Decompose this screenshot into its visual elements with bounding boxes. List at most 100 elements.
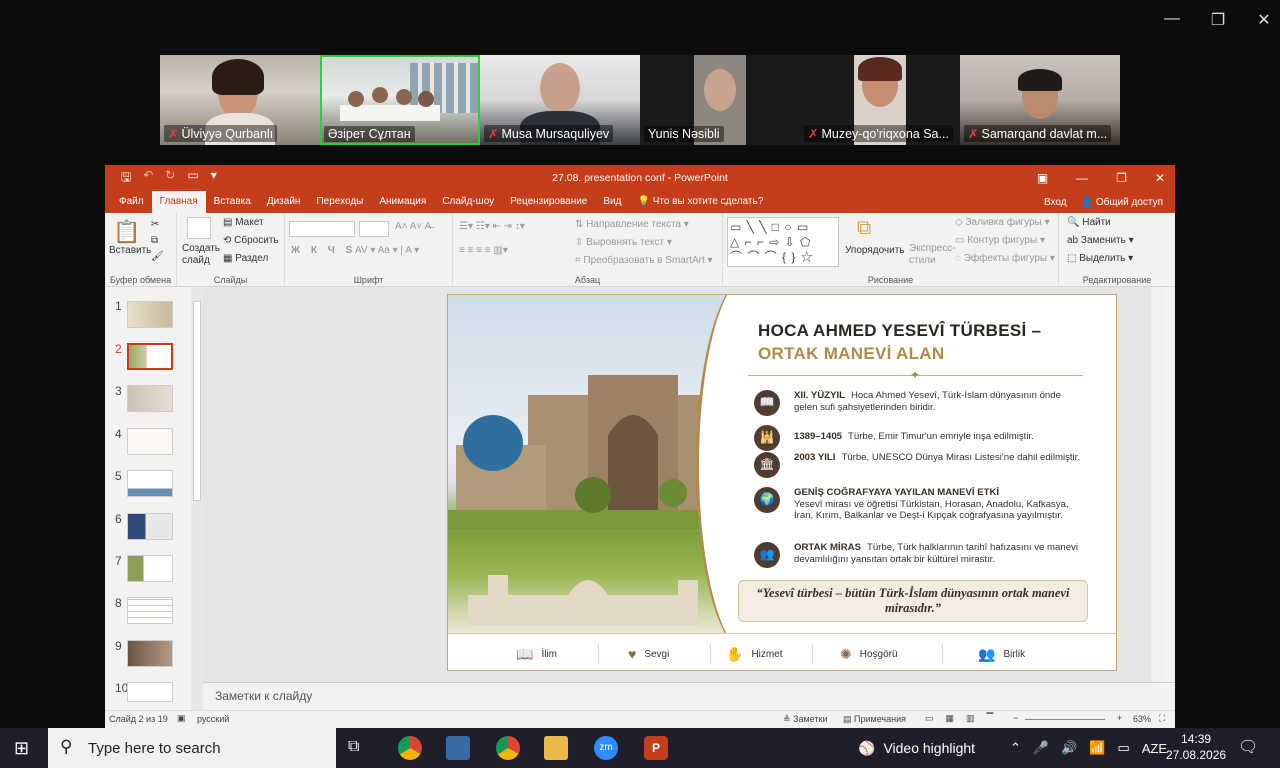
find-button[interactable]: 🔍 Найти (1067, 217, 1111, 228)
chrome-profile-icon[interactable] (496, 736, 520, 760)
slide-thumb-2[interactable] (127, 343, 173, 370)
tab-home[interactable]: Главная (151, 191, 206, 213)
microphone-icon[interactable]: 🎤 (1033, 740, 1049, 756)
slide-thumb-5[interactable] (127, 470, 173, 497)
tab-review[interactable]: Рецензирование (502, 191, 595, 213)
zoom-level[interactable]: 63% (1133, 714, 1151, 724)
slide-thumb-8[interactable] (127, 597, 173, 624)
participant-tile-active[interactable]: Әзірет Сұлтан (320, 55, 480, 145)
ornament-icon: ✦ (910, 368, 921, 382)
view-buttons[interactable]: ▭▦▥▔ (925, 713, 1005, 724)
restore-icon[interactable]: ❐ (1116, 171, 1127, 185)
ribbon-display-icon[interactable]: ▣ (1037, 171, 1048, 185)
select-button[interactable]: ⬚ Выделить ▾ (1067, 253, 1133, 264)
slide-thumb-1[interactable] (127, 301, 173, 328)
tab-slideshow[interactable]: Слайд-шоу (434, 191, 502, 213)
chevron-up-icon[interactable]: ⌃ (1010, 740, 1021, 756)
participant-tile[interactable]: ✗ Samarqand davlat m... (960, 55, 1120, 145)
font-style-buttons[interactable]: Ж К Ч S (291, 245, 356, 256)
muted-mic-icon: ✗ (488, 127, 499, 141)
thumbs-scrollbar[interactable] (191, 287, 203, 710)
new-slide-icon[interactable] (187, 217, 211, 239)
list-buttons[interactable]: ☰▾ ☷▾ ⇤ ⇥ ↕▾ (459, 221, 525, 232)
express-styles-button[interactable]: Экспресс-стили (909, 243, 956, 267)
font-size-input[interactable] (359, 221, 389, 237)
smartart-button[interactable]: ⌗ Преобразовать в SmartArt ▾ (575, 255, 713, 266)
tab-file[interactable]: Файл (111, 191, 152, 213)
tab-view[interactable]: Вид (595, 191, 629, 213)
tab-design[interactable]: Дизайн (259, 191, 309, 213)
new-slide-button[interactable]: Создать слайд (182, 243, 220, 267)
language-indicator[interactable]: AZE (1142, 741, 1167, 756)
tab-insert[interactable]: Вставка (206, 191, 259, 213)
slide-thumb-9[interactable] (127, 640, 173, 667)
share-button[interactable]: 👤 Общий доступ (1081, 197, 1163, 208)
participant-tile[interactable]: ✗ Musa Mursaquliyev (480, 55, 640, 145)
zoom-in-icon[interactable]: + (1117, 713, 1122, 723)
font-size-buttons[interactable]: A˄ A˅ A̶ (395, 221, 431, 232)
close-icon[interactable]: ✕ (1155, 171, 1165, 185)
slide[interactable]: HOCA AHMED YESEVÎ TÜRBESİ – ORTAK MANEVİ… (447, 294, 1117, 671)
tell-me-box[interactable]: 💡 Что вы хотите сделать? (629, 191, 771, 213)
battery-icon[interactable]: ▭ (1117, 740, 1129, 756)
arrange-icon[interactable]: ⧉ (857, 217, 871, 240)
font-extra-buttons[interactable]: AV ▾ Aa ▾ | A ▾ (355, 245, 419, 256)
task-view-icon[interactable]: ⧉ (348, 738, 359, 756)
slide-thumb-10[interactable] (127, 682, 173, 702)
copy-icon[interactable]: ⧉ (151, 235, 158, 246)
reset-button[interactable]: ⟲ Сбросить (223, 235, 279, 246)
replace-button[interactable]: ab Заменить ▾ (1067, 235, 1134, 246)
slide-thumb-3[interactable] (127, 385, 173, 412)
zoom-slider[interactable] (1025, 719, 1105, 720)
search-box[interactable]: ⚲ Type here to search (48, 728, 336, 768)
tab-transitions[interactable]: Переходы (308, 191, 371, 213)
layout-button[interactable]: ▤ Макет (223, 217, 264, 228)
sign-in-link[interactable]: Вход (1044, 197, 1067, 208)
tab-animations[interactable]: Анимация (371, 191, 434, 213)
zoom-app-icon[interactable]: zm (594, 736, 618, 760)
fit-slide-icon[interactable]: ⛶ (1159, 713, 1165, 724)
shapes-gallery[interactable]: ▭ ╲ ╲ □ ○ ▭ △ ⌐ ⌐ ⇨ ⇩ ⬠ ⌒ ⌒ ⌒ { } ☆ (727, 217, 839, 267)
slide-thumb-6[interactable] (127, 513, 173, 540)
close-button[interactable]: ✕ (1256, 10, 1272, 30)
volume-icon[interactable]: 🔊 (1061, 740, 1077, 756)
font-name-input[interactable] (289, 221, 355, 237)
spellcheck-icon[interactable]: ▣ (177, 713, 186, 724)
notes-pane[interactable]: Заметки к слайду (203, 682, 1175, 710)
participant-tile[interactable]: ✗ Muzey-qo'riqxona Sa... (800, 55, 960, 145)
wifi-icon[interactable]: 📶 (1089, 740, 1105, 756)
text-direction-button[interactable]: ⇅ Направление текста ▾ (575, 219, 689, 230)
minimize-icon[interactable]: — (1076, 171, 1088, 185)
paste-button[interactable]: Вставить (109, 245, 151, 256)
section-button[interactable]: ▦ Раздел (223, 253, 268, 264)
align-buttons[interactable]: ≡ ≡ ≡ ≡ ▥▾ (459, 245, 508, 256)
shape-outline-button[interactable]: ▭ Контур фигуры ▾ (955, 235, 1045, 246)
canvas-scrollbar[interactable] (1151, 287, 1163, 682)
slide-thumb-7[interactable] (127, 555, 173, 582)
network-app-icon[interactable] (446, 736, 470, 760)
zoom-out-icon[interactable]: − (1013, 713, 1018, 723)
chrome-icon[interactable] (398, 736, 422, 760)
restore-button[interactable]: ❐ (1210, 10, 1226, 30)
file-explorer-icon[interactable] (544, 736, 568, 760)
cut-icon[interactable]: ✂ (151, 219, 159, 230)
align-text-button[interactable]: ⇳ Выровнять текст ▾ (575, 237, 672, 248)
comments-button[interactable]: ▤ Примечания (843, 714, 906, 725)
video-highlight[interactable]: ⚾ Video highlight (858, 728, 975, 768)
shape-fill-button[interactable]: ◇ Заливка фигуры ▾ (955, 217, 1050, 228)
format-painter-icon[interactable]: 🖌 (151, 251, 164, 262)
powerpoint-app-icon[interactable]: P (644, 736, 668, 760)
arrange-button[interactable]: Упорядочить (845, 245, 905, 256)
shape-effects-button[interactable]: ◌ Эффекты фигуры ▾ (955, 253, 1055, 264)
minimize-button[interactable]: — (1164, 10, 1180, 30)
participant-tile[interactable]: Yunis Nəsibli (640, 55, 800, 145)
clock[interactable]: 14:39 27.08.2026 (1166, 731, 1226, 763)
slide-thumb-4[interactable] (127, 428, 173, 455)
participant-tile[interactable]: ✗ Ülviyyə Qurbanlı (160, 55, 320, 145)
notes-button[interactable]: ≜ Заметки (783, 714, 827, 725)
language-indicator[interactable]: русский (197, 714, 229, 724)
scrollbar-thumb[interactable] (193, 301, 201, 501)
windows-start-icon[interactable]: ⊞ (14, 738, 29, 759)
notifications-icon[interactable]: 🗨 (1238, 737, 1258, 757)
paste-icon[interactable]: 📋 (113, 219, 140, 245)
